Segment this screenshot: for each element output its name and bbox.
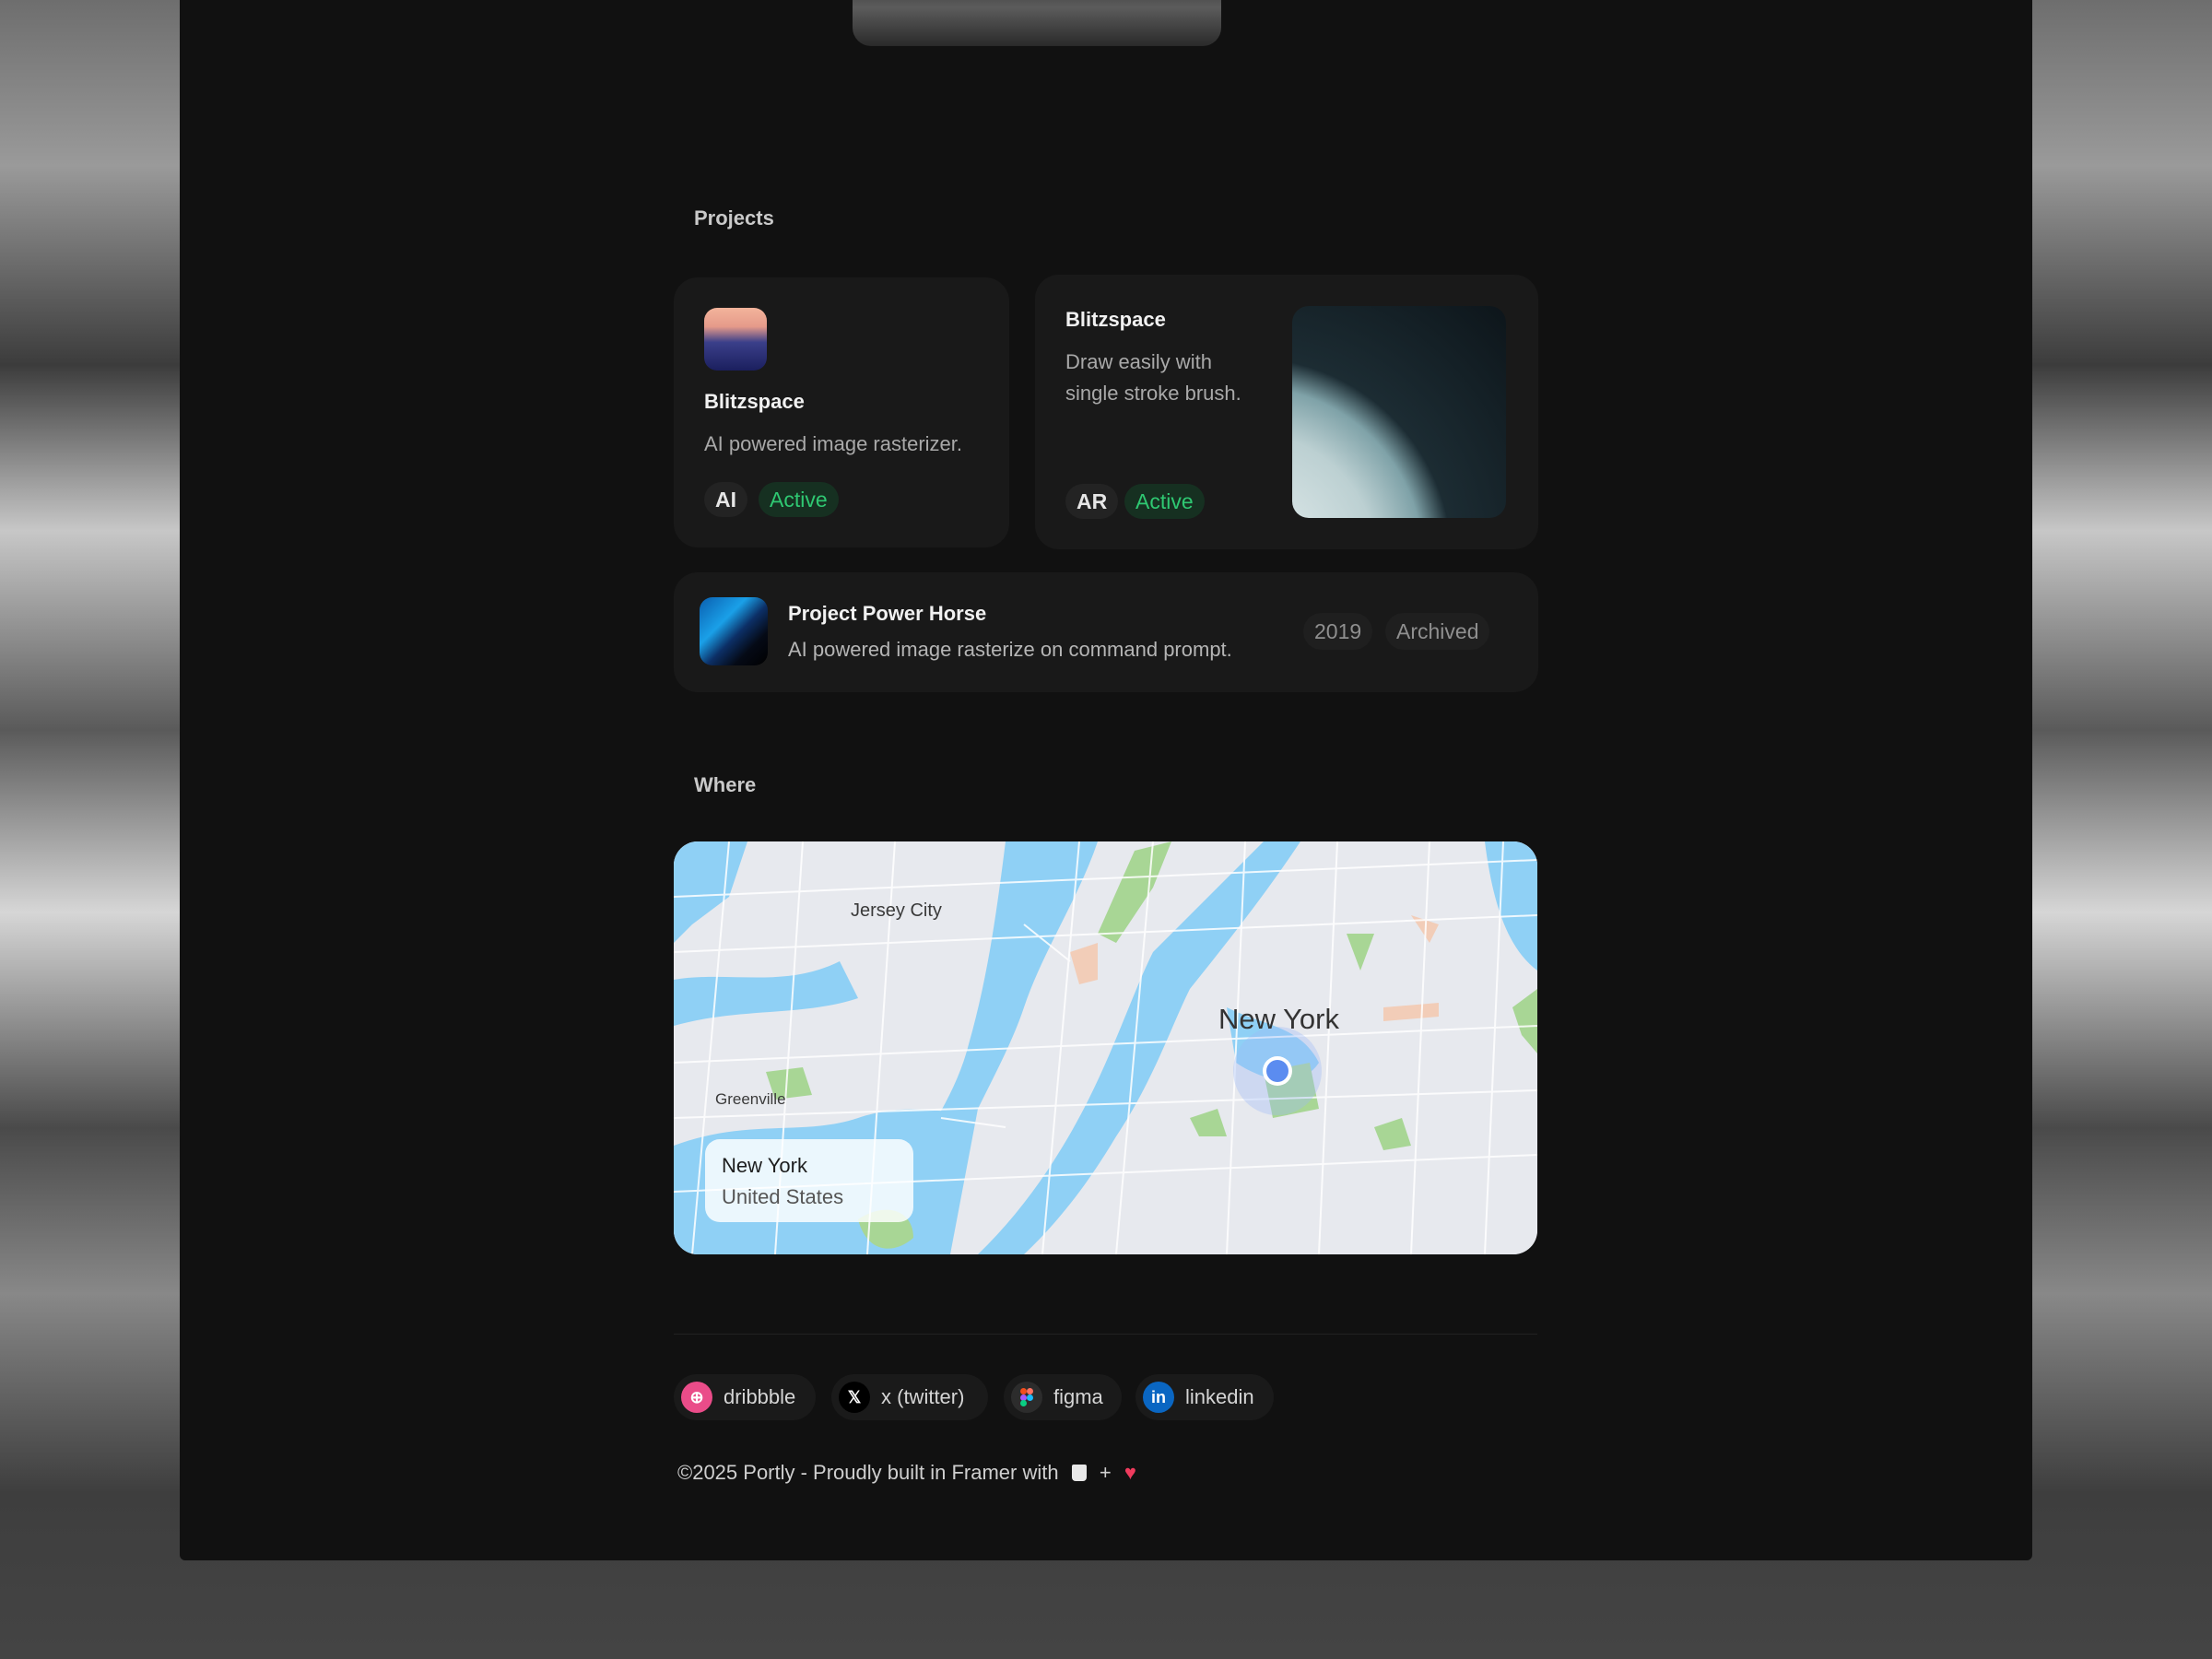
social-link-figma[interactable]: figma [1004,1374,1122,1420]
footer-divider [674,1334,1537,1335]
year-badge: 2019 [1303,613,1373,650]
map-label-greenville: Greenville [715,1090,786,1108]
coffee-icon [1071,1465,1087,1481]
project-title: Blitzspace [704,390,805,413]
hero-image [853,0,1221,46]
project-description-line2: single stroke brush. [1065,382,1241,405]
project-title: Project Power Horse [788,602,987,625]
status-badge: Active [759,482,839,517]
project-card-blitzspace-ar[interactable]: Blitzspace Draw easily with single strok… [1035,275,1538,549]
figma-icon [1011,1382,1042,1413]
page-panel: Projects Blitzspace AI powered image ras… [180,0,2032,1560]
project-title: Blitzspace [1065,308,1166,331]
project-description: AI powered image rasterizer. [704,432,963,455]
location-country: United States [722,1185,844,1208]
location-map[interactable]: Jersey City New York Greenville New York… [674,841,1537,1254]
location-card: New York United States [705,1139,913,1222]
location-city: New York [722,1154,807,1177]
map-label-new-york: New York [1218,1003,1339,1035]
where-heading: Where [694,773,757,796]
social-label: dribbble [724,1385,796,1408]
project-description-line1: Draw easily with [1065,350,1212,373]
social-label: x (twitter) [881,1385,965,1408]
heart-icon: ♥ [1124,1461,1136,1484]
project-description: AI powered image rasterize on command pr… [788,638,1232,661]
project-card-power-horse[interactable]: Project Power Horse AI powered image ras… [674,572,1538,692]
dribbble-icon: ⊕ [681,1382,712,1413]
x-icon: 𝕏 [839,1382,870,1413]
project-card-blitzspace-ai[interactable]: Blitzspace AI powered image rasterizer. … [674,277,1009,547]
social-label: figma [1053,1385,1103,1408]
projects-heading: Projects [694,206,774,229]
social-label: linkedin [1185,1385,1254,1408]
app-icon [704,308,767,371]
map-label-jersey-city: Jersey City [851,900,942,921]
linkedin-icon: in [1143,1382,1174,1413]
social-link-dribbble[interactable]: ⊕ dribbble [674,1374,816,1420]
app-icon [700,597,768,665]
social-link-linkedin[interactable]: in linkedin [1135,1374,1274,1420]
footer-plus: + [1099,1461,1112,1484]
tag-badge: AI [704,482,747,517]
footer-text: ©2025 Portly - Proudly built in Framer w… [677,1461,1059,1484]
project-preview-image [1292,306,1506,518]
archived-badge: Archived [1385,613,1490,650]
social-link-x-twitter[interactable]: 𝕏 x (twitter) [831,1374,988,1420]
footer: ©2025 Portly - Proudly built in Framer w… [677,1461,1136,1485]
status-badge: Active [1124,484,1205,519]
tag-badge: AR [1065,484,1119,519]
